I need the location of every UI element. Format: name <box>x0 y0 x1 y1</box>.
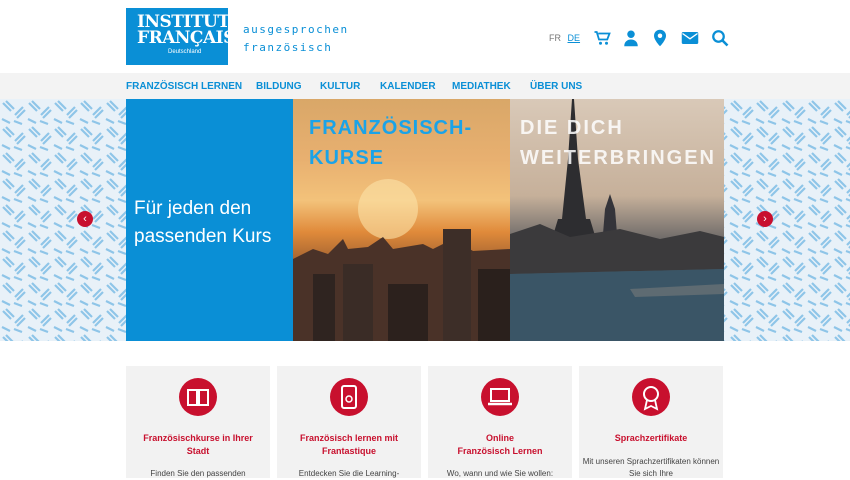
card-description: Finden Sie den passenden <box>150 469 246 478</box>
hero-slogan-panel[interactable]: Für jeden den passenden Kurs <box>126 99 293 341</box>
lang-fr-link[interactable]: FR <box>549 33 561 43</box>
card-frantastique[interactable]: Französisch lernen mit Frantastique Entd… <box>277 366 421 478</box>
hero-paris-image[interactable]: DIE DICH WEITERBRINGEN <box>510 99 724 341</box>
hero-headline-line-1: FRANZÖSISCH- <box>309 117 473 139</box>
tagline: ausgesprochen französisch <box>243 21 349 57</box>
hero-sunset-image[interactable]: FRANZÖSISCH- KURSE <box>293 99 510 341</box>
card-description: Entdecken Sie die Learning- <box>298 469 400 478</box>
tagline-line-1: ausgesprochen <box>243 23 349 36</box>
card-description: Mit unseren Sprachzertifikaten können Si… <box>582 457 720 478</box>
card-franzoesischkurse[interactable]: Französischkurse in Ihrer Stadt Finden S… <box>126 366 270 478</box>
book-icon <box>179 378 217 416</box>
hero-headline-part-1: FRANZÖSISCH- KURSE <box>309 113 472 173</box>
hero-headline-line-3: DIE DICH <box>520 117 624 139</box>
nav-item-kultur[interactable]: KULTUR <box>320 81 360 92</box>
tablet-icon <box>330 378 368 416</box>
nav-item-franzoesisch-lernen[interactable]: FRANZÖSISCH LERNEN <box>126 81 242 92</box>
lang-de-link[interactable]: DE <box>568 33 581 43</box>
card-title: Sprachzertifikate <box>579 432 723 445</box>
tagline-line-2: französisch <box>243 41 333 54</box>
card-title: Online Französisch Lernen <box>428 432 572 458</box>
laptop-icon <box>481 378 519 416</box>
nav-item-ueber-uns[interactable]: ÜBER UNS <box>530 81 582 92</box>
nav-item-bildung[interactable]: BILDUNG <box>256 81 302 92</box>
card-title-line: Französisch Lernen <box>457 446 543 456</box>
card-title-line: Französisch lernen mit <box>299 433 399 443</box>
main-navigation: FRANZÖSISCH LERNEN BILDUNG KULTUR KALEND… <box>0 73 850 99</box>
nav-item-mediathek[interactable]: MEDIATHEK <box>452 81 511 92</box>
institut-francais-logo[interactable]: INSTITUT FRANÇAIS Deutschland <box>126 8 235 65</box>
hero-headline-line-4: WEITERBRINGEN <box>520 147 716 169</box>
hero-headline-part-2: DIE DICH WEITERBRINGEN <box>520 113 716 173</box>
language-switcher: FR DE <box>549 33 580 43</box>
hero-prev-arrow[interactable]: ‹ <box>77 211 93 227</box>
hero-next-arrow[interactable]: › <box>757 211 773 227</box>
logo-line-3: Deutschland <box>168 49 202 55</box>
card-title-line: Frantastique <box>321 446 376 456</box>
hero-slogan-line-2: passenden Kurs <box>134 226 272 247</box>
site-header: INSTITUT FRANÇAIS Deutschland ausgesproc… <box>0 0 850 73</box>
cart-icon[interactable] <box>593 29 611 47</box>
card-sprachzertifikate[interactable]: Sprachzertifikate Mit unseren Sprachzert… <box>579 366 723 478</box>
card-title-line: Französischkurse in Ihrer <box>143 433 253 443</box>
user-icon[interactable] <box>622 29 640 47</box>
hero-slogan-line-1: Für jeden den <box>134 198 252 219</box>
card-title-line: Online <box>485 433 514 443</box>
mail-icon[interactable] <box>681 29 699 47</box>
search-icon[interactable] <box>711 29 729 47</box>
card-online-lernen[interactable]: Online Französisch Lernen Wo, wann und w… <box>428 366 572 478</box>
hero-slogan: Für jeden den passenden Kurs <box>134 195 271 251</box>
card-title-line: Sprachzertifikate <box>614 433 688 443</box>
card-title: Französischkurse in Ihrer Stadt <box>126 432 270 458</box>
hero-banner: Für jeden den passenden Kurs FRANZÖSISCH… <box>0 99 850 341</box>
hero-headline-line-2: KURSE <box>309 147 385 169</box>
nav-item-kalender[interactable]: KALENDER <box>380 81 436 92</box>
logo-line-2: FRANÇAIS <box>137 28 235 48</box>
card-title-line: Stadt <box>186 446 210 456</box>
card-description: Wo, wann und wie Sie wollen: <box>446 469 554 478</box>
location-icon[interactable] <box>651 29 669 47</box>
certificate-icon <box>632 378 670 416</box>
card-title: Französisch lernen mit Frantastique <box>277 432 421 458</box>
